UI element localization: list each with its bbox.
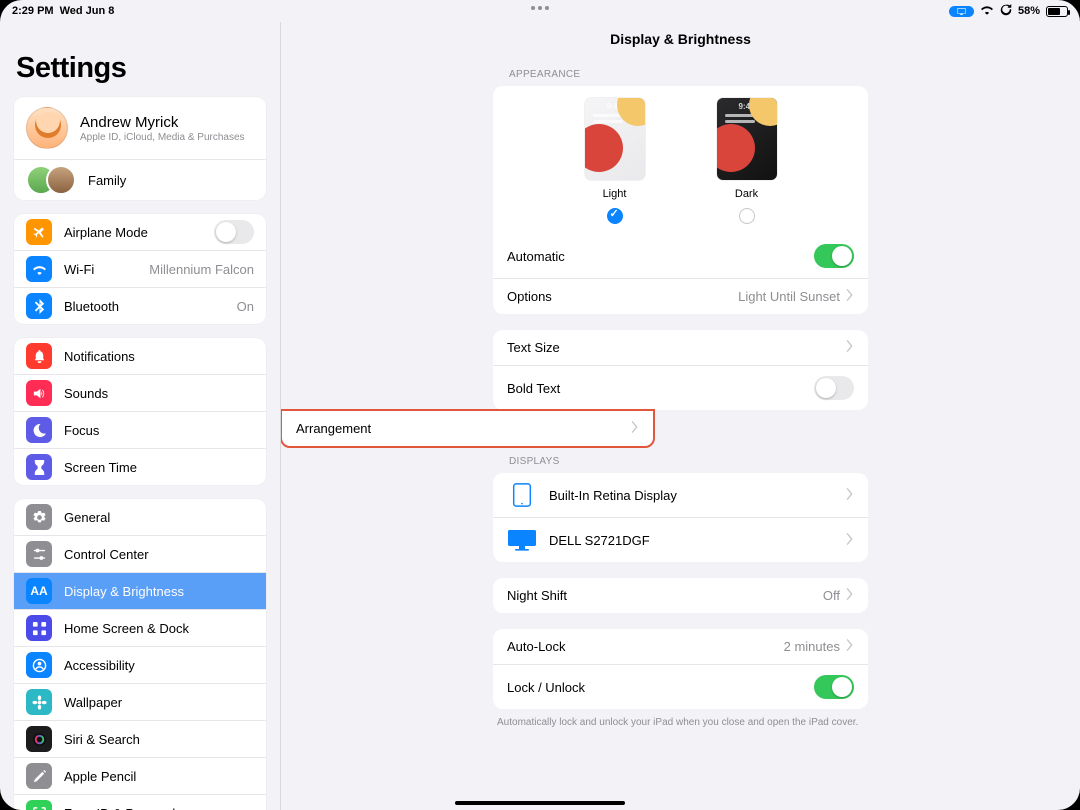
lock-unlock-row[interactable]: Lock / Unlock [493,664,868,709]
sidebar-item-display[interactable]: AADisplay & Brightness [14,572,266,609]
dark-radio[interactable] [739,208,755,224]
chevron-right-icon [846,533,854,548]
appearance-light-option[interactable]: 9:41 Light [585,98,645,224]
bell-icon [26,343,52,369]
sidebar-item-general[interactable]: General [14,499,266,535]
status-right: 58% [949,4,1068,19]
sidebar-item-controlcenter[interactable]: Control Center [14,535,266,572]
bold-toggle[interactable] [814,376,854,400]
sidebar-item-wallpaper[interactable]: Wallpaper [14,683,266,720]
chevron-right-icon [846,340,854,355]
profile-card: Andrew Myrick Apple ID, iCloud, Media & … [14,97,266,200]
status-bar: 2:29 PM Wed Jun 8 58% [0,0,1080,22]
text-size-row[interactable]: Text Size [493,330,868,365]
sidebar-item-screentime[interactable]: Screen Time [14,448,266,485]
gear-icon [26,504,52,530]
sidebar-item-notifications[interactable]: Notifications [14,338,266,374]
siri-icon [26,726,52,752]
chevron-right-icon [846,289,854,304]
arrangement-row[interactable]: Arrangement [282,411,653,446]
screen-mirroring-pill[interactable] [949,6,974,17]
appearance-panel: 9:41 Light 9:41 Dark [493,86,868,314]
grid-icon [26,615,52,641]
sidebar-item-airplane[interactable]: Airplane Mode [14,214,266,250]
aa-icon: AA [26,578,52,604]
detail-pane: Display & Brightness Appearance 9:41 Lig… [281,22,1080,810]
airplane-toggle[interactable] [214,220,254,244]
light-preview: 9:41 [585,98,645,180]
monitor-icon [507,528,537,552]
sidebar-item-pencil[interactable]: Apple Pencil [14,757,266,794]
auto-lock-row[interactable]: Auto-Lock 2 minutes [493,629,868,664]
person-icon [26,652,52,678]
night-shift-panel: Night Shift Off [493,578,868,613]
device-frame: 2:29 PM Wed Jun 8 58% Settings And [0,0,1080,810]
sidebar-item-bluetooth[interactable]: BluetoothOn [14,287,266,324]
displays-header: Displays [493,448,868,473]
lock-unlock-toggle[interactable] [814,675,854,699]
automatic-toggle[interactable] [814,244,854,268]
sidebar-item-homescreen[interactable]: Home Screen & Dock [14,609,266,646]
light-radio[interactable] [607,208,623,224]
profile-name: Andrew Myrick [80,114,245,131]
apple-id-row[interactable]: Andrew Myrick Apple ID, iCloud, Media & … [14,97,266,159]
multitask-dots-icon[interactable] [531,6,549,10]
family-avatar-2 [46,165,76,195]
display-row[interactable]: Built-In Retina Display [493,473,868,517]
sliders-icon [26,541,52,567]
sidebar-item-accessibility[interactable]: Accessibility [14,646,266,683]
bluetooth-icon [26,293,52,319]
battery-percent: 58% [1018,5,1040,17]
status-date: Wed Jun 8 [60,5,115,17]
sidebar-item-wifi[interactable]: Wi-FiMillennium Falcon [14,250,266,287]
settings-title: Settings [16,52,266,85]
chevron-right-icon [846,639,854,654]
airplane-icon [26,219,52,245]
sidebar-item-siri[interactable]: Siri & Search [14,720,266,757]
sidebar-item-faceid[interactable]: Face ID & Passcode [14,794,266,810]
wifi-icon [26,256,52,282]
displays-panel: Built-In Retina DisplayDELL S2721DGF [493,473,868,562]
text-panel: Text Size Bold Text [493,330,868,410]
wifi-icon [980,4,994,18]
family-label: Family [88,173,254,188]
status-time: 2:29 PM [12,5,54,17]
sidebar-item-sounds[interactable]: Sounds [14,374,266,411]
settings-sidebar: Settings Andrew Myrick Apple ID, iCloud,… [0,22,281,810]
automatic-row[interactable]: Automatic [493,234,868,278]
bold-text-row[interactable]: Bold Text [493,365,868,410]
flower-icon [26,689,52,715]
dark-preview: 9:41 [717,98,777,180]
appearance-dark-option[interactable]: 9:41 Dark [717,98,777,224]
family-row[interactable]: Family [14,159,266,200]
chevron-right-icon [846,488,854,503]
arrangement-panel: Arrangement [281,409,655,448]
faceid-icon [26,800,52,810]
chevron-right-icon [846,588,854,603]
orientation-lock-icon [1000,4,1012,19]
night-shift-row[interactable]: Night Shift Off [493,578,868,613]
appearance-header: Appearance [493,61,868,86]
page-title: Display & Brightness [281,31,1080,47]
pencil-icon [26,763,52,789]
home-indicator[interactable] [455,801,625,805]
options-row[interactable]: Options Light Until Sunset [493,278,868,314]
sidebar-item-focus[interactable]: Focus [14,411,266,448]
profile-sub: Apple ID, iCloud, Media & Purchases [80,132,245,143]
status-left: 2:29 PM Wed Jun 8 [12,5,114,17]
hourglass-icon [26,454,52,480]
ipad-icon [507,483,537,507]
battery-icon [1046,6,1068,17]
chevron-right-icon [631,421,639,436]
lock-footer-note: Automatically lock and unlock your iPad … [493,717,868,728]
speaker-icon [26,380,52,406]
moon-icon [26,417,52,443]
avatar [26,107,68,149]
display-row[interactable]: DELL S2721DGF [493,517,868,562]
lock-panel: Auto-Lock 2 minutes Lock / Unlock [493,629,868,709]
